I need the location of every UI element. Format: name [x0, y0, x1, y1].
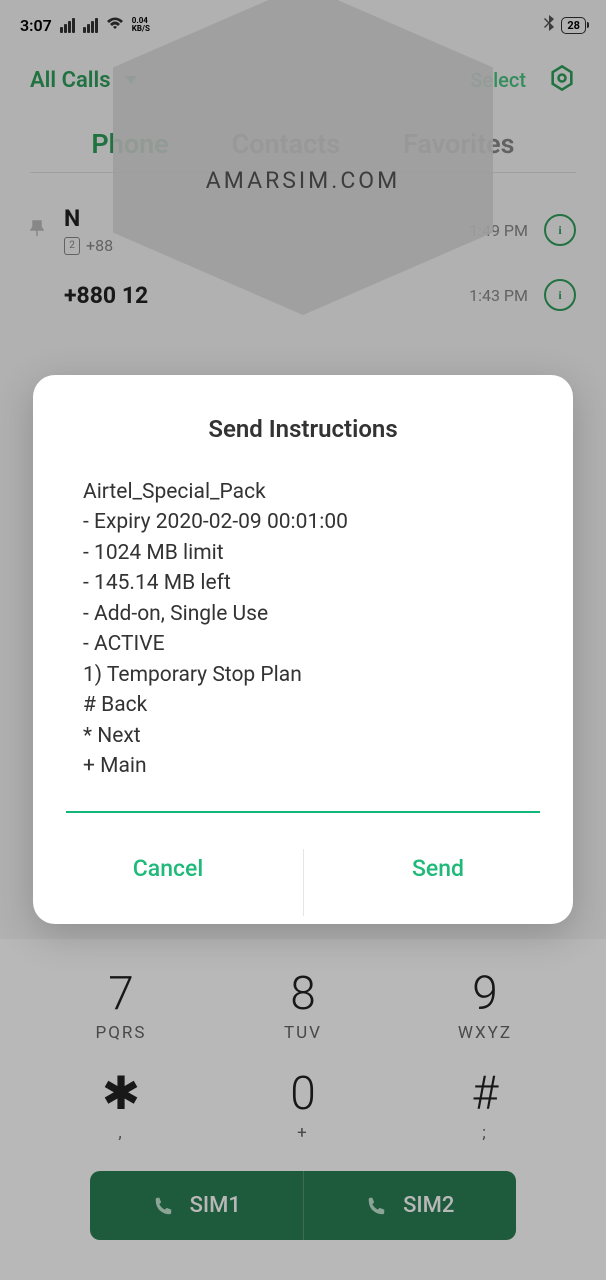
ussd-input[interactable]: [66, 811, 540, 813]
dialog-title: Send Instructions: [33, 415, 573, 443]
ussd-line: + Main: [83, 751, 523, 781]
ussd-line: 1) Temporary Stop Plan: [83, 660, 523, 690]
ussd-dialog: Send Instructions Airtel_Special_Pack - …: [33, 375, 573, 924]
ussd-line: - 145.14 MB left: [83, 568, 523, 598]
cancel-button[interactable]: Cancel: [33, 841, 303, 896]
ussd-line: # Back: [83, 690, 523, 720]
ussd-line: Airtel_Special_Pack: [83, 477, 523, 507]
dialog-body: Airtel_Special_Pack - Expiry 2020-02-09 …: [33, 477, 573, 781]
ussd-line: - Add-on, Single Use: [83, 599, 523, 629]
ussd-line: - ACTIVE: [83, 629, 523, 659]
ussd-line: * Next: [83, 721, 523, 751]
send-button[interactable]: Send: [303, 841, 573, 896]
ussd-line: - Expiry 2020-02-09 00:01:00: [83, 507, 523, 537]
ussd-line: - 1024 MB limit: [83, 538, 523, 568]
